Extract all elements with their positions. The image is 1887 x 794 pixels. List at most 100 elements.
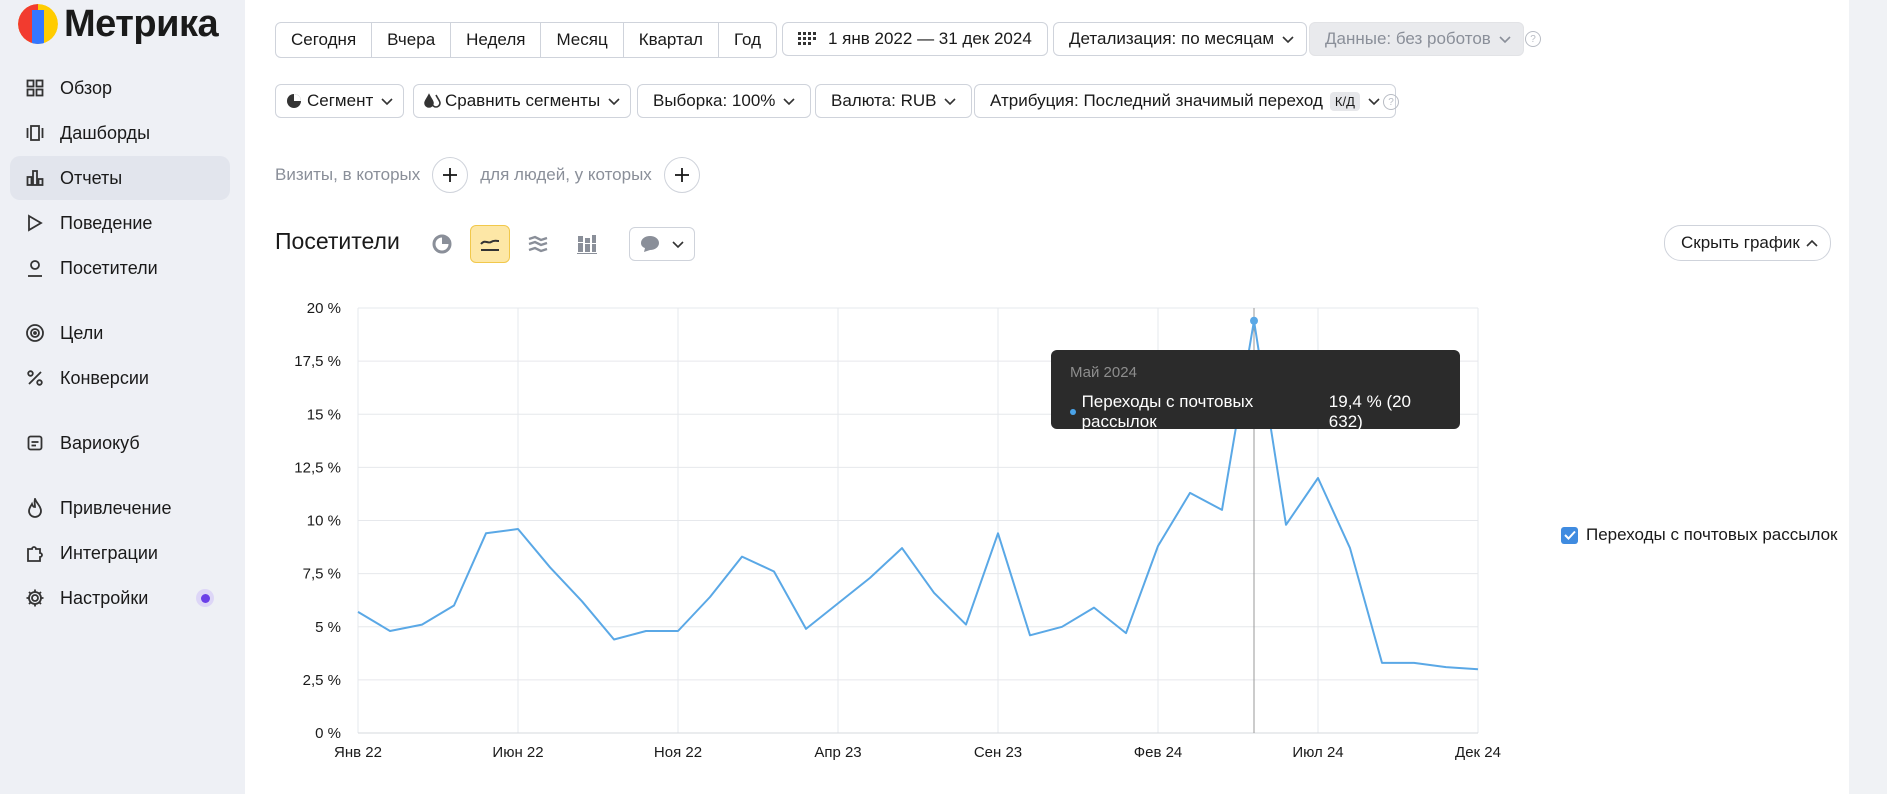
help-icon[interactable]: ? bbox=[1525, 31, 1541, 47]
x-tick-label: Фев 24 bbox=[1134, 744, 1183, 761]
period-week-button[interactable]: Неделя bbox=[451, 23, 542, 57]
cube-icon bbox=[24, 432, 46, 454]
line-chart-icon bbox=[479, 236, 501, 252]
flame-icon bbox=[24, 497, 46, 519]
compare-segments-dropdown[interactable]: Сравнить сегменты bbox=[413, 84, 632, 118]
x-tick-label: Июн 22 bbox=[492, 744, 543, 761]
main-content: Сегодня Вчера Неделя Месяц Квартал Год 1… bbox=[245, 0, 1849, 794]
add-people-filter-button[interactable] bbox=[663, 157, 700, 193]
tooltip-month: Май 2024 bbox=[1070, 364, 1137, 381]
chevron-down-icon bbox=[1368, 91, 1380, 111]
sidebar-item-label: Вариокуб bbox=[60, 432, 140, 453]
detail-dropdown[interactable]: Детализация: по месяцам bbox=[1053, 22, 1308, 56]
sidebar-item-variocube[interactable]: Вариокуб bbox=[10, 421, 230, 465]
data-filter-dropdown[interactable]: Данные: без роботов bbox=[1309, 22, 1524, 56]
period-quarter-button[interactable]: Квартал bbox=[624, 23, 719, 57]
y-tick-label: 17,5 % bbox=[294, 353, 341, 370]
segment-dropdown[interactable]: Сегмент bbox=[275, 84, 405, 118]
bar-chart-type-button[interactable] bbox=[567, 225, 607, 263]
period-month-button[interactable]: Месяц bbox=[541, 23, 624, 57]
target-icon bbox=[24, 322, 46, 344]
tooltip-row: Переходы с почтовых рассылок 19,4 % (20 … bbox=[1070, 392, 1441, 432]
sidebar-item-label: Конверсии bbox=[60, 367, 149, 388]
sidebar-item-visitors[interactable]: Посетители bbox=[10, 246, 230, 290]
attribution-label: Атрибуция: Последний значимый переход bbox=[990, 91, 1323, 110]
play-icon bbox=[24, 212, 46, 234]
sidebar-item-conversions[interactable]: Конверсии bbox=[10, 356, 230, 400]
period-year-button[interactable]: Год bbox=[719, 23, 776, 57]
sidebar-item-goals[interactable]: Цели bbox=[10, 311, 230, 355]
area-chart-type-button[interactable] bbox=[518, 225, 558, 263]
period-today-button[interactable]: Сегодня bbox=[276, 23, 373, 57]
sidebar-item-acquisition[interactable]: Привлечение bbox=[10, 486, 230, 530]
sidebar-item-label: Посетители bbox=[60, 257, 158, 278]
stacked-bar-icon bbox=[577, 234, 597, 254]
pie-segment-icon bbox=[286, 93, 302, 109]
data-filter-label: Данные: без роботов bbox=[1325, 29, 1491, 48]
y-tick-label: 7,5 % bbox=[303, 566, 341, 583]
sidebar-item-label: Поведение bbox=[60, 212, 153, 233]
sidebar-item-overview[interactable]: Обзор bbox=[10, 66, 230, 110]
currency-label: Валюта: RUB bbox=[831, 91, 937, 110]
x-tick-label: Дек 24 bbox=[1455, 744, 1501, 761]
chevron-down-icon bbox=[672, 234, 684, 254]
pie-chart-type-button[interactable] bbox=[422, 225, 462, 263]
add-visit-filter-button[interactable] bbox=[432, 157, 469, 193]
date-range-button[interactable]: 1 янв 2022 — 31 дек 2024 bbox=[782, 22, 1048, 56]
legend-item[interactable]: Переходы с почтовых рассылок bbox=[1561, 525, 1837, 545]
sidebar-item-dashboards[interactable]: Дашборды bbox=[10, 111, 230, 155]
legend-label: Переходы с почтовых рассылок bbox=[1586, 525, 1838, 544]
sidebar-item-label: Цели bbox=[60, 322, 104, 343]
currency-dropdown[interactable]: Валюта: RUB bbox=[815, 84, 973, 118]
period-selector: Сегодня Вчера Неделя Месяц Квартал Год bbox=[275, 22, 778, 58]
x-tick-label: Янв 22 bbox=[334, 744, 382, 761]
sidebar-item-reports[interactable]: Отчеты bbox=[10, 156, 230, 200]
sidebar: Метрика Обзор Дашборды Отчеты Поведение bbox=[0, 0, 245, 794]
hide-chart-button[interactable]: Скрыть график bbox=[1664, 225, 1831, 261]
line-chart: 0 % 2,5 % 5 % 7,5 % 10 % 12,5 % 15 % 17,5 % 20 %… bbox=[294, 300, 1501, 761]
x-tick-label: Ноя 22 bbox=[654, 744, 702, 761]
x-tick-label: Июл 24 bbox=[1292, 744, 1343, 761]
bar-chart-icon bbox=[24, 167, 46, 189]
chevron-down-icon bbox=[1499, 29, 1511, 49]
annotations-dropdown[interactable] bbox=[629, 227, 695, 261]
grid-icon bbox=[24, 77, 46, 99]
tooltip-value: 19,4 % (20 632) bbox=[1328, 392, 1412, 431]
chevron-down-icon bbox=[783, 91, 795, 111]
x-tick-label: Апр 23 bbox=[814, 744, 861, 761]
filter-row: Визиты, в которых для людей, у которых bbox=[275, 157, 712, 193]
chart-tooltip: Май 2024 Переходы с почтовых рассылок 19… bbox=[1051, 350, 1460, 432]
y-tick-label: 2,5 % bbox=[303, 672, 341, 689]
line-chart-type-button[interactable] bbox=[470, 225, 510, 263]
y-tick-label: 20 % bbox=[307, 300, 341, 317]
tooltip-series: Переходы с почтовых рассылок bbox=[1081, 392, 1254, 431]
y-tick-label: 12,5 % bbox=[294, 459, 341, 476]
gear-icon bbox=[24, 587, 46, 609]
nav-gap bbox=[10, 291, 230, 311]
chevron-down-icon bbox=[1282, 29, 1294, 49]
sample-dropdown[interactable]: Выборка: 100% bbox=[637, 84, 812, 118]
sidebar-item-label: Дашборды bbox=[60, 122, 150, 143]
sidebar-item-behavior[interactable]: Поведение bbox=[10, 201, 230, 245]
series-dot-icon bbox=[1070, 409, 1076, 415]
logo[interactable]: Метрика bbox=[18, 2, 219, 46]
x-tick-label: Сен 23 bbox=[974, 744, 1022, 761]
right-gutter bbox=[1849, 0, 1887, 794]
attribution-dropdown[interactable]: Атрибуция: Последний значимый переход К/… bbox=[974, 84, 1396, 118]
y-tick-label: 15 % bbox=[307, 406, 341, 423]
sidebar-item-settings[interactable]: Настройки bbox=[10, 576, 230, 620]
help-icon[interactable]: ? bbox=[1383, 94, 1399, 110]
nav-gap bbox=[10, 466, 230, 486]
y-tick-label: 5 % bbox=[315, 619, 341, 636]
metrika-logo-icon bbox=[18, 4, 58, 44]
pie-chart-icon bbox=[432, 234, 452, 254]
period-yesterday-button[interactable]: Вчера bbox=[372, 23, 452, 57]
sidebar-item-label: Настройки bbox=[60, 587, 149, 608]
chevron-down-icon bbox=[381, 91, 393, 111]
sidebar-item-label: Привлечение bbox=[60, 497, 172, 518]
y-tick-label: 0 % bbox=[315, 725, 341, 742]
nav-gap bbox=[10, 401, 230, 421]
visits-filter-label: Визиты, в которых bbox=[275, 165, 421, 184]
sidebar-item-integrations[interactable]: Интеграции bbox=[10, 531, 230, 575]
user-icon bbox=[24, 257, 46, 279]
